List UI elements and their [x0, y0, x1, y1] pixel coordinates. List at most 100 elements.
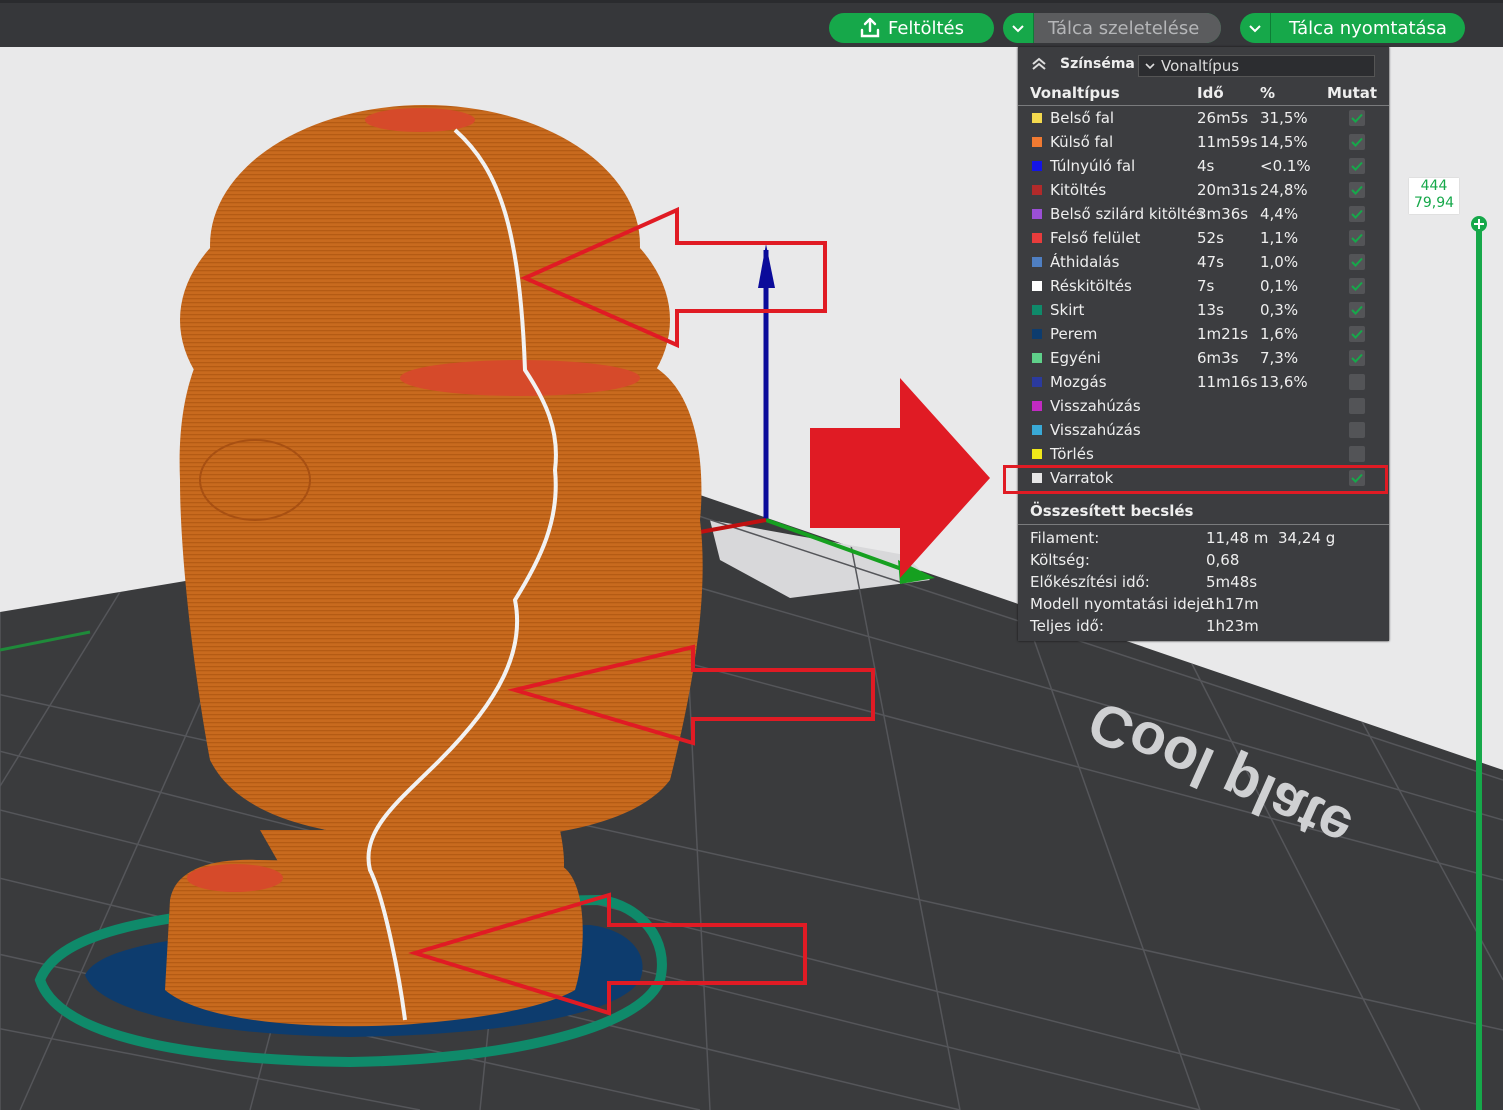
summary-title: Összesített becslés	[1030, 502, 1194, 520]
row-percent: 7,3%	[1260, 349, 1299, 367]
show-checkbox[interactable]	[1349, 350, 1365, 366]
legend-row: Belső szilárd kitöltés 3m36s 4,4%	[1018, 202, 1389, 226]
check-icon	[1351, 233, 1363, 243]
upload-label: Feltöltés	[887, 17, 965, 39]
row-name: Skirt	[1050, 301, 1085, 319]
row-percent: 1,1%	[1260, 229, 1299, 247]
chevron-down-icon	[1145, 63, 1155, 70]
show-checkbox[interactable]	[1349, 134, 1365, 150]
check-icon	[1351, 161, 1363, 171]
row-time: 6m3s	[1197, 349, 1239, 367]
legend-row: Réskitöltés 7s 0,1%	[1018, 274, 1389, 298]
legend-column-header: Vonaltípus Idő % Mutat	[1018, 81, 1389, 106]
print-plate-button[interactable]: Tálca nyomtatása	[1271, 18, 1465, 39]
slice-plate-button[interactable]: Tálca szeletelése	[1034, 13, 1221, 43]
color-swatch	[1032, 233, 1042, 243]
row-time: 1m21s	[1197, 325, 1249, 343]
row-name: Perem	[1050, 325, 1098, 343]
legend-panel: Színséma Vonaltípus Vonaltípus Idő % Mut…	[1018, 47, 1389, 641]
color-swatch	[1032, 209, 1042, 219]
chevron-down-icon	[1249, 25, 1261, 33]
row-time: 11m16s	[1197, 373, 1258, 391]
color-swatch	[1032, 305, 1042, 315]
check-icon	[1351, 185, 1363, 195]
check-icon	[1351, 281, 1363, 291]
show-checkbox[interactable]	[1349, 446, 1365, 462]
row-percent: 24,8%	[1260, 181, 1308, 199]
legend-row: Egyéni 6m3s 7,3%	[1018, 346, 1389, 370]
print-dropdown-button[interactable]	[1240, 13, 1271, 43]
show-checkbox[interactable]	[1349, 254, 1365, 270]
color-scheme-select[interactable]: Vonaltípus	[1138, 55, 1375, 77]
color-swatch	[1032, 449, 1042, 459]
upload-button[interactable]: Feltöltés	[829, 13, 994, 43]
show-checkbox[interactable]	[1349, 302, 1365, 318]
legend-row: Visszahúzás	[1018, 394, 1389, 418]
row-name: Egyéni	[1050, 349, 1101, 367]
column-type: Vonaltípus	[1030, 84, 1120, 102]
row-time: 52s	[1197, 229, 1224, 247]
show-checkbox[interactable]	[1349, 110, 1365, 126]
row-name: Belső szilárd kitöltés	[1050, 205, 1204, 223]
layer-slider-label: 444 79,94	[1409, 178, 1459, 214]
summary-row: Filament: 11,48 m 34,24 g	[1030, 529, 1336, 547]
legend-row: Visszahúzás	[1018, 418, 1389, 442]
row-time: 4s	[1197, 157, 1215, 175]
chevron-down-icon	[1012, 25, 1024, 33]
check-icon	[1351, 137, 1363, 147]
row-name: Visszahúzás	[1050, 397, 1141, 415]
row-percent: 1,0%	[1260, 253, 1299, 271]
row-percent: 4,4%	[1260, 205, 1299, 223]
slice-button-group: Tálca szeletelése	[1003, 13, 1221, 43]
row-time: 3m36s	[1197, 205, 1249, 223]
legend-header: Színséma Vonaltípus	[1018, 47, 1389, 81]
row-name: Réskitöltés	[1050, 277, 1132, 295]
row-percent: 0,1%	[1260, 277, 1299, 295]
color-swatch	[1032, 257, 1042, 267]
show-checkbox[interactable]	[1349, 278, 1365, 294]
show-checkbox[interactable]	[1349, 374, 1365, 390]
row-time: 7s	[1197, 277, 1215, 295]
row-name: Belső fal	[1050, 109, 1115, 127]
legend-row: Felső felület 52s 1,1%	[1018, 226, 1389, 250]
legend-row: Túlnyúló fal 4s <0.1%	[1018, 154, 1389, 178]
collapse-icon[interactable]	[1030, 55, 1048, 73]
row-name: Felső felület	[1050, 229, 1141, 247]
column-time: Idő	[1197, 84, 1224, 102]
row-name: Külső fal	[1050, 133, 1114, 151]
show-checkbox[interactable]	[1349, 326, 1365, 342]
show-checkbox[interactable]	[1349, 230, 1365, 246]
column-percent: %	[1260, 84, 1276, 102]
legend-row: Mozgás 11m16s 13,6%	[1018, 370, 1389, 394]
show-checkbox[interactable]	[1349, 182, 1365, 198]
row-percent: <0.1%	[1260, 157, 1311, 175]
row-percent: 1,6%	[1260, 325, 1299, 343]
show-checkbox[interactable]	[1349, 158, 1365, 174]
row-percent: 31,5%	[1260, 109, 1308, 127]
summary-row: Modell nyomtatási ideje: 1h17m	[1030, 595, 1259, 613]
legend-row: Belső fal 26m5s 31,5%	[1018, 106, 1389, 130]
summary-divider	[1018, 524, 1389, 525]
layer-slider[interactable]	[1471, 216, 1487, 1110]
color-swatch	[1032, 185, 1042, 195]
show-checkbox[interactable]	[1349, 422, 1365, 438]
row-time: 26m5s	[1197, 109, 1249, 127]
legend-row: Törlés	[1018, 442, 1389, 466]
color-swatch	[1032, 113, 1042, 123]
summary-row: Teljes idő: 1h23m	[1030, 617, 1259, 635]
show-checkbox[interactable]	[1349, 206, 1365, 222]
summary-row: Előkészítési idő: 5m48s	[1030, 573, 1258, 591]
color-swatch	[1032, 425, 1042, 435]
legend-row: Kitöltés 20m31s 24,8%	[1018, 178, 1389, 202]
row-name: Törlés	[1050, 445, 1094, 463]
row-name: Kitöltés	[1050, 181, 1107, 199]
slice-dropdown-button[interactable]	[1003, 13, 1034, 43]
row-name: Túlnyúló fal	[1050, 157, 1136, 175]
row-time: 47s	[1197, 253, 1224, 271]
row-time: 20m31s	[1197, 181, 1258, 199]
color-scheme-title: Színséma	[1060, 56, 1135, 72]
color-swatch	[1032, 401, 1042, 411]
row-name: Mozgás	[1050, 373, 1107, 391]
show-checkbox[interactable]	[1349, 398, 1365, 414]
color-swatch	[1032, 281, 1042, 291]
